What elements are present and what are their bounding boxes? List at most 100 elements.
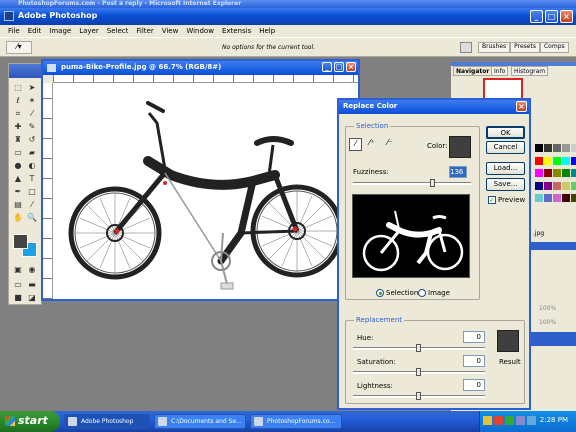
menu-extensis[interactable]: Extensis <box>222 27 251 37</box>
pen-tool-icon[interactable]: ✒ <box>12 186 24 197</box>
tray-icon-2[interactable] <box>494 416 503 425</box>
slice-tool-icon[interactable]: ⁄ <box>26 108 38 119</box>
layer-row-selected[interactable] <box>531 242 576 250</box>
swatch[interactable] <box>571 169 576 178</box>
lightness-slider[interactable] <box>353 392 485 400</box>
fuzziness-slider-thumb[interactable] <box>429 179 435 187</box>
type-tool-icon[interactable]: T <box>26 173 38 184</box>
menu-window[interactable]: Window <box>186 27 214 37</box>
swatch[interactable] <box>544 144 552 152</box>
blur-tool-icon[interactable]: ● <box>12 160 24 171</box>
swatch[interactable] <box>562 144 570 152</box>
dialog-titlebar[interactable]: Replace Color × <box>339 100 529 114</box>
eyedropper-minus-icon[interactable]: ⁄⁻ <box>387 138 393 147</box>
palette-tab-brushes[interactable]: Brushes <box>478 42 511 53</box>
dialog-close-button[interactable]: × <box>516 101 527 112</box>
screen-mode-standard-icon[interactable]: ▭ <box>12 279 24 290</box>
task-explorer[interactable]: C:\Documents and Se... <box>154 414 246 429</box>
menu-filter[interactable]: Filter <box>136 27 153 37</box>
swatch[interactable] <box>544 156 552 165</box>
menu-view[interactable]: View <box>162 27 179 37</box>
tray-icon-1[interactable] <box>483 416 492 425</box>
menu-select[interactable]: Select <box>107 27 129 37</box>
menu-edit[interactable]: Edit <box>28 27 42 37</box>
document-close-button[interactable]: × <box>346 62 356 72</box>
document-maximize-button[interactable]: □ <box>334 62 344 72</box>
swatch[interactable] <box>553 156 561 165</box>
task-browser[interactable]: PhotoshopForums.co... <box>250 414 342 429</box>
swatch[interactable] <box>553 169 561 178</box>
selection-preview[interactable] <box>352 194 470 278</box>
start-button[interactable]: start <box>0 411 60 432</box>
saturation-field[interactable]: 0 <box>463 355 485 367</box>
radio-selection-label[interactable]: Selection <box>386 289 418 297</box>
swatch[interactable] <box>544 169 552 178</box>
tab-navigator[interactable]: Navigator <box>453 66 493 76</box>
swatch[interactable] <box>571 194 576 203</box>
preview-checkbox[interactable]: ✓ <box>488 196 496 204</box>
brush-tool-icon[interactable]: ✎ <box>26 121 38 132</box>
swatch[interactable] <box>553 144 561 152</box>
swatch[interactable] <box>535 144 543 152</box>
tab-histogram[interactable]: Histogram <box>511 66 549 76</box>
swatch[interactable] <box>562 156 570 165</box>
swatch[interactable] <box>571 181 576 190</box>
shape-tool-icon[interactable]: □ <box>26 186 38 197</box>
ok-button[interactable]: OK <box>486 126 525 139</box>
fuzziness-slider[interactable] <box>353 179 471 187</box>
vertical-ruler[interactable] <box>43 83 53 299</box>
dodge-tool-icon[interactable]: ◐ <box>26 160 38 171</box>
horizontal-ruler[interactable] <box>53 75 358 83</box>
cancel-button[interactable]: Cancel <box>486 141 525 154</box>
eyedropper-icon[interactable]: ⁄ <box>349 138 362 151</box>
palette-tab-presets[interactable]: Presets <box>510 42 540 53</box>
lightness-field[interactable]: 0 <box>463 379 485 391</box>
eraser-tool-icon[interactable]: ▭ <box>12 147 24 158</box>
eyedropper-tool-icon[interactable]: ⁄ <box>26 199 38 210</box>
clone-stamp-tool-icon[interactable]: ♜ <box>12 134 24 145</box>
fuzziness-field[interactable]: 136 <box>449 166 467 178</box>
lightness-slider-thumb[interactable] <box>416 392 421 400</box>
load-button[interactable]: Load... <box>486 162 525 175</box>
marquee-tool-icon[interactable]: ⬚ <box>12 82 24 93</box>
lasso-tool-icon[interactable]: ℓ <box>12 95 24 106</box>
move-tool-icon[interactable]: ➤ <box>26 82 38 93</box>
menu-file[interactable]: File <box>8 27 20 37</box>
screen-mode-full-icon[interactable]: ▬ <box>26 279 38 290</box>
result-color-swatch[interactable] <box>497 330 519 352</box>
swatch[interactable] <box>571 156 576 165</box>
eyedropper-icon[interactable]: ⁄▾ <box>6 41 32 54</box>
swatch[interactable] <box>535 181 543 190</box>
gradient-tool-icon[interactable]: ▰ <box>26 147 38 158</box>
radio-image[interactable] <box>418 289 426 297</box>
history-brush-tool-icon[interactable]: ↺ <box>26 134 38 145</box>
document-minimize-button[interactable]: _ <box>322 62 332 72</box>
task-photoshop[interactable]: Adobe Photoshop <box>64 414 150 429</box>
swatch[interactable] <box>562 181 570 190</box>
tray-icon-3[interactable] <box>505 416 514 425</box>
menu-image[interactable]: Image <box>49 27 71 37</box>
document-titlebar[interactable]: puma-Bike-Profile.jpg @ 66.7% (RGB/8#) _… <box>43 61 358 75</box>
healing-brush-tool-icon[interactable]: ✚ <box>12 121 24 132</box>
close-button[interactable]: × <box>560 10 573 23</box>
image-canvas[interactable] <box>53 83 358 299</box>
tray-icon-5[interactable] <box>527 416 536 425</box>
swatch[interactable] <box>544 181 552 190</box>
zoom-tool-icon[interactable]: 🔍 <box>26 212 38 223</box>
swatch[interactable] <box>544 194 552 203</box>
swatch[interactable] <box>553 181 561 190</box>
tab-info[interactable]: Info <box>491 66 509 76</box>
app-titlebar[interactable]: Adobe Photoshop _ □ × <box>0 8 576 25</box>
standard-mode-icon[interactable]: ▣ <box>12 264 24 275</box>
menu-layer[interactable]: Layer <box>79 27 99 37</box>
swatch[interactable] <box>535 156 543 165</box>
swatch[interactable] <box>535 194 543 203</box>
saturation-slider-thumb[interactable] <box>416 368 421 376</box>
radio-image-label[interactable]: Image <box>428 289 450 297</box>
hue-slider-thumb[interactable] <box>416 344 421 352</box>
screen-mode-black-icon[interactable]: ■ <box>12 292 24 303</box>
layer-row-active[interactable] <box>531 332 576 346</box>
hand-tool-icon[interactable]: ✋ <box>12 212 24 223</box>
preview-label[interactable]: Preview <box>498 196 525 204</box>
swatch[interactable] <box>571 144 576 152</box>
